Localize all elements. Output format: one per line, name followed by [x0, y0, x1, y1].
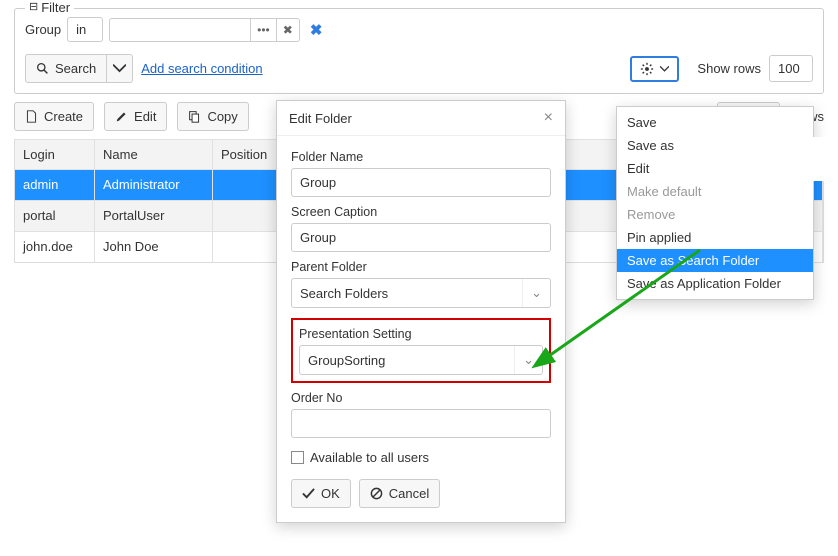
add-condition-link[interactable]: Add search condition: [141, 61, 262, 76]
cell-name: PortalUser: [95, 200, 213, 231]
operator-select[interactable]: in: [67, 17, 103, 42]
show-rows-input[interactable]: [769, 55, 813, 82]
gear-dropdown-button[interactable]: [630, 56, 679, 82]
search-button[interactable]: Search: [25, 54, 107, 83]
menu-item[interactable]: Save as Search Folder: [617, 249, 813, 272]
ellipsis-icon[interactable]: •••: [250, 19, 276, 41]
order-no-input[interactable]: [291, 409, 551, 438]
filter-field-label: Group: [25, 22, 61, 37]
cell-login: john.doe: [15, 231, 95, 262]
menu-item[interactable]: Edit: [617, 157, 813, 180]
chevron-down-icon: [113, 62, 126, 75]
cell-login: admin: [15, 169, 95, 200]
menu-item: Make default: [617, 180, 813, 203]
presentation-label: Presentation Setting: [299, 327, 412, 341]
presentation-highlight: Presentation Setting GroupSorting ⌄: [291, 318, 551, 383]
filter-value[interactable]: [110, 26, 250, 34]
show-rows-label: Show rows: [697, 61, 761, 76]
menu-item[interactable]: Save: [617, 111, 813, 134]
copy-button[interactable]: Copy: [177, 102, 248, 131]
available-label: Available to all users: [310, 450, 429, 465]
filter-legend-text: Filter: [41, 0, 70, 15]
order-no-label: Order No: [291, 391, 551, 405]
parent-folder-label: Parent Folder: [291, 260, 551, 274]
menu-item[interactable]: Save as: [617, 134, 813, 157]
menu-item[interactable]: Pin applied: [617, 226, 813, 249]
chevron-down-icon: ⌄: [514, 346, 542, 374]
close-icon[interactable]: ×: [544, 109, 553, 127]
cell-login: portal: [15, 200, 95, 231]
pencil-icon: [115, 110, 128, 123]
filter-value-picker[interactable]: ••• ✖: [109, 18, 300, 42]
collapse-icon[interactable]: ⊟: [29, 2, 38, 13]
col-name[interactable]: Name: [95, 139, 213, 169]
clear-icon[interactable]: ✖: [276, 19, 299, 41]
copy-icon: [188, 110, 201, 123]
search-toolbar: Search Add search condition Show rows: [25, 54, 813, 83]
col-login[interactable]: Login: [15, 139, 95, 169]
filter-panel: ⊟ Filter Group in ••• ✖ ✖ Search Add sea…: [14, 8, 824, 94]
edit-button[interactable]: Edit: [104, 102, 167, 131]
create-button[interactable]: Create: [14, 102, 94, 131]
mask: [806, 137, 830, 181]
search-icon: [36, 62, 49, 75]
available-checkbox[interactable]: [291, 451, 304, 464]
dialog-title: Edit Folder: [289, 111, 544, 126]
search-dropdown-toggle[interactable]: [107, 54, 133, 83]
check-icon: [302, 487, 315, 500]
cell-name: Administrator: [95, 169, 213, 200]
parent-folder-select[interactable]: Search Folders ⌄: [291, 278, 551, 308]
folder-name-input[interactable]: [291, 168, 551, 197]
gear-icon: [640, 62, 654, 76]
cancel-icon: [370, 487, 383, 500]
screen-caption-input[interactable]: [291, 223, 551, 252]
chevron-down-icon: [660, 66, 669, 72]
ok-button[interactable]: OK: [291, 479, 351, 508]
gear-dropdown-menu: SaveSave asEditMake defaultRemovePin app…: [616, 106, 814, 300]
cell-name: John Doe: [95, 231, 213, 262]
screen-caption-label: Screen Caption: [291, 205, 551, 219]
filter-condition-row: Group in ••• ✖ ✖: [25, 17, 813, 42]
edit-folder-dialog: Edit Folder × Folder Name Screen Caption…: [276, 100, 566, 523]
chevron-down-icon: ⌄: [522, 279, 550, 307]
remove-condition-icon[interactable]: ✖: [306, 21, 323, 39]
file-icon: [25, 110, 38, 123]
cancel-button[interactable]: Cancel: [359, 479, 440, 508]
menu-item[interactable]: Save as Application Folder: [617, 272, 813, 295]
filter-legend: ⊟ Filter: [25, 0, 74, 15]
presentation-select[interactable]: GroupSorting ⌄: [299, 345, 543, 375]
folder-name-label: Folder Name: [291, 150, 551, 164]
menu-item: Remove: [617, 203, 813, 226]
